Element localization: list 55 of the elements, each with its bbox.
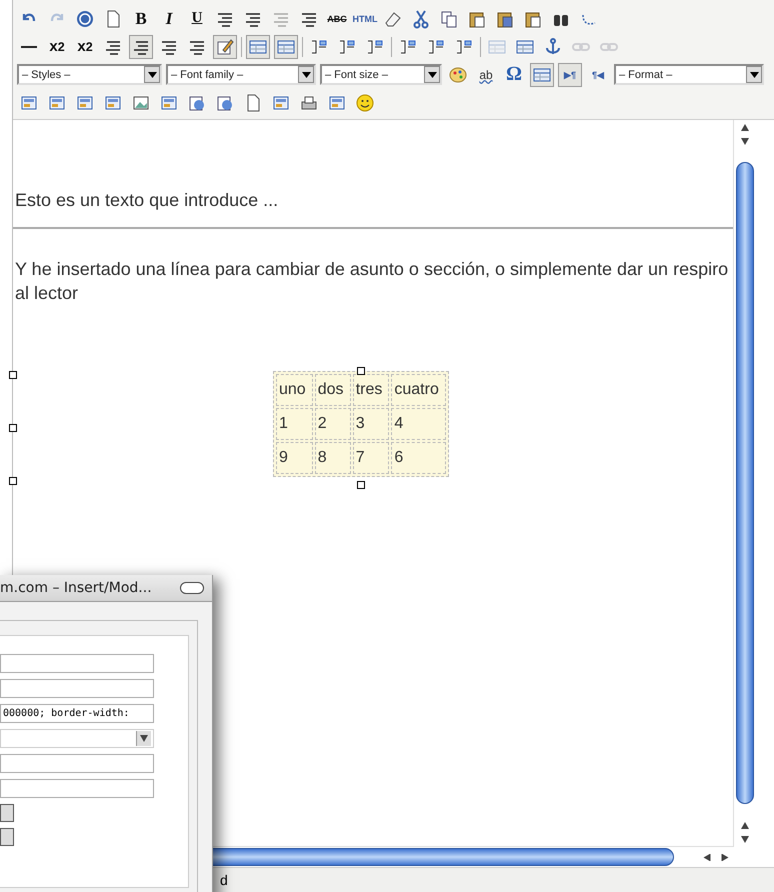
toolbar-button[interactable]: I (157, 6, 181, 30)
table-cell: uno (276, 374, 313, 406)
toolbar-button[interactable]: ABC (325, 6, 349, 30)
table-cell: dos (314, 374, 351, 406)
color-picker-button[interactable] (0, 804, 14, 822)
pencil-icon[interactable] (213, 34, 237, 58)
toolbar-button[interactable]: B (129, 6, 153, 30)
paragraph: Y he insertado una línea para cambiar de asunto o sección, o simplemente dar un respiro al lector (15, 258, 730, 305)
intro-text: Esto es un texto que introduce ... (15, 190, 280, 211)
arrow-icon[interactable] (721, 854, 729, 860)
table-cell: tres (352, 374, 390, 406)
toolbar-toggle-button[interactable] (180, 582, 204, 594)
resize-handle[interactable] (9, 371, 17, 379)
toolbar-button[interactable]: ¶◀ (586, 62, 610, 86)
table-cell: 3 (352, 408, 390, 440)
caret-icon (302, 72, 310, 78)
caret-icon (428, 72, 436, 78)
table-cell: 1 (276, 408, 313, 440)
row-properties-icon[interactable] (246, 34, 270, 58)
color-picker-button[interactable] (0, 828, 14, 846)
dropdown[interactable]: – Format – (614, 64, 764, 85)
dropdown[interactable]: – Font size – (320, 64, 442, 85)
table-cell: 6 (391, 442, 446, 474)
toolbar-button[interactable]: ab (474, 62, 498, 86)
resize-handle[interactable] (356, 481, 365, 489)
input-field[interactable] (0, 779, 154, 798)
table-cell: 9 (276, 442, 313, 474)
table-cell: 8 (314, 442, 351, 474)
table-cell: 4 (391, 408, 446, 440)
table-icon[interactable] (530, 62, 554, 86)
arrow-icon[interactable] (140, 735, 148, 742)
resize-handle[interactable] (9, 424, 17, 432)
input-field[interactable] (0, 654, 154, 673)
scrollbar-thumb[interactable] (736, 162, 754, 804)
toolbar-button[interactable]: ▶¶ (558, 62, 582, 86)
input-field[interactable] (0, 679, 154, 698)
table-cell: cuatro (391, 374, 446, 406)
caret-icon (148, 72, 156, 78)
toolbar-button[interactable]: HTML (353, 6, 377, 30)
window-title: m.com – Insert/Mod... (0, 580, 152, 596)
dropdown[interactable]: – Font family – (166, 64, 316, 85)
arrow-icon[interactable] (703, 854, 711, 860)
dropdown[interactable]: – Styles – (17, 64, 162, 85)
input-field[interactable]: 000000; border-width: (0, 704, 154, 723)
cell-properties-icon[interactable] (274, 34, 298, 58)
table-cell: 7 (352, 442, 390, 474)
toolbar-button[interactable]: U (185, 6, 209, 30)
caret-icon (750, 72, 758, 78)
table-cell: 2 (314, 408, 351, 440)
input-field[interactable] (0, 754, 154, 773)
align-center-icon[interactable] (129, 34, 153, 58)
resize-handle[interactable] (356, 367, 365, 375)
status-text: d (220, 872, 228, 888)
toolbar-button[interactable]: Ω (502, 62, 526, 86)
resize-handle[interactable] (9, 477, 17, 485)
